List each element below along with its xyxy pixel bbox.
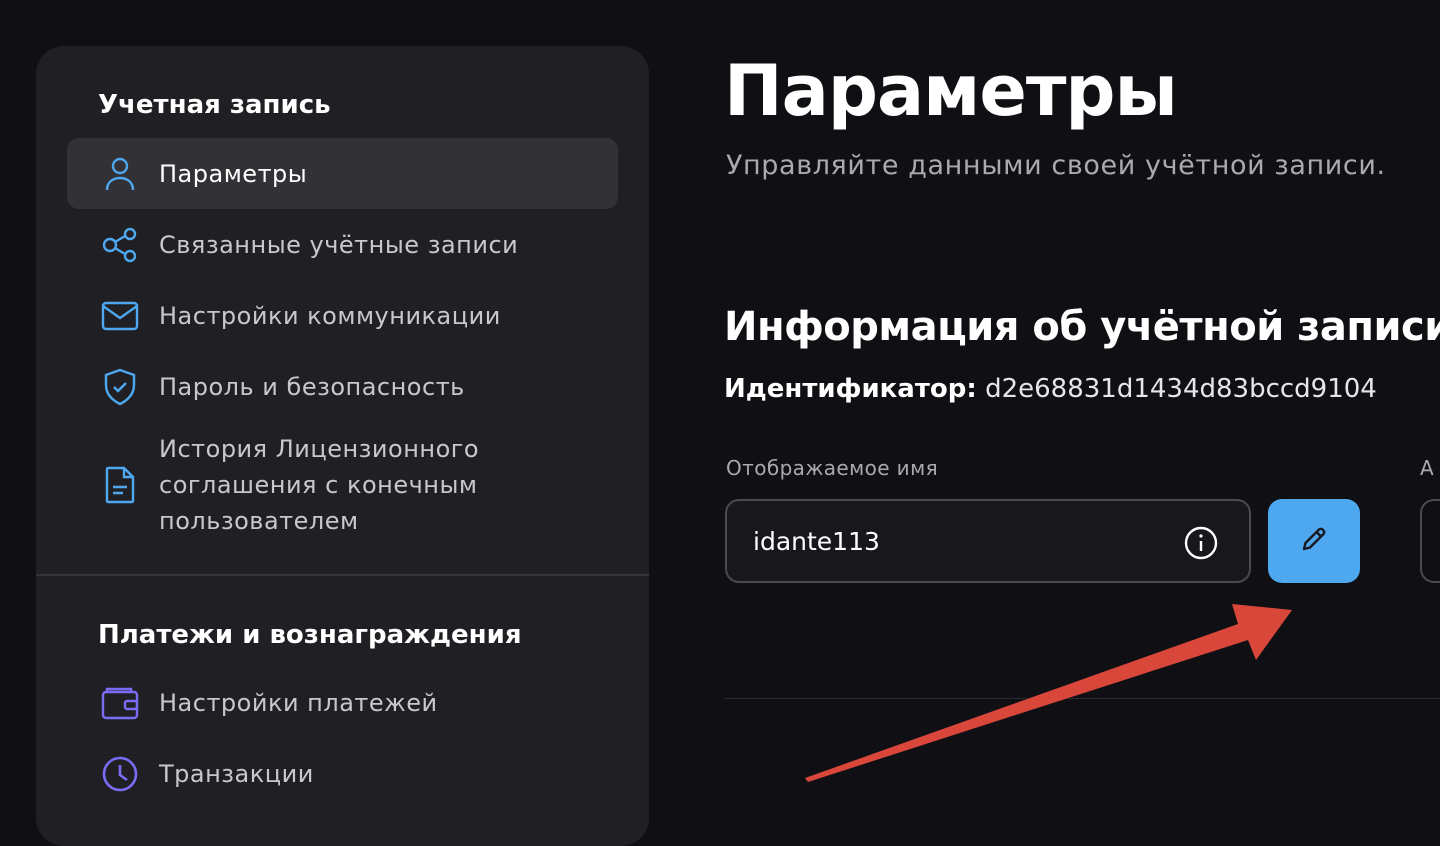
sidebar-item-eula-history[interactable]: История Лицензионного соглашения с конеч… [67, 430, 618, 540]
main-divider [724, 698, 1440, 699]
sidebar-item-communication[interactable]: Настройки коммуникации [67, 280, 618, 351]
display-name-label: Отображаемое имя [726, 456, 938, 480]
mail-icon [101, 297, 139, 335]
sidebar-divider [36, 574, 649, 576]
section-title-account: Учетная запись [98, 90, 331, 120]
account-id: Идентификатор: d2e68831d1434d83bccd9104 [724, 374, 1377, 404]
sidebar-item-linked-accounts[interactable]: Связанные учётные записи [67, 209, 618, 280]
wallet-icon [101, 684, 139, 722]
page-title: Параметры [724, 50, 1178, 132]
sidebar-item-payment-settings[interactable]: Настройки платежей [67, 667, 618, 738]
shield-check-icon [101, 368, 139, 406]
sidebar-item-label: Связанные учётные записи [159, 230, 519, 259]
display-name-value: idante113 [753, 527, 880, 556]
display-name-field[interactable]: idante113 [725, 499, 1251, 583]
second-field[interactable] [1420, 499, 1440, 583]
second-field-label: А [1420, 456, 1434, 480]
pencil-icon [1298, 523, 1330, 559]
sidebar-item-label: Пароль и безопасность [159, 372, 465, 401]
sidebar-item-label: Параметры [159, 159, 308, 188]
sidebar: Учетная запись Параметры Связанные учётн… [36, 46, 649, 846]
account-id-label: Идентификатор: [724, 374, 977, 404]
account-id-value: d2e68831d1434d83bccd9104 [985, 374, 1377, 404]
clock-icon [101, 755, 139, 793]
sidebar-item-label: Транзакции [159, 759, 314, 788]
account-info-heading: Информация об учётной записи [724, 304, 1440, 350]
sidebar-item-parameters[interactable]: Параметры [67, 138, 618, 209]
sidebar-item-label: Настройки платежей [159, 688, 438, 717]
page-subtitle: Управляйте данными своей учётной записи. [726, 150, 1386, 181]
document-icon [101, 466, 139, 504]
sidebar-item-transactions[interactable]: Транзакции [67, 738, 618, 809]
sidebar-item-password-security[interactable]: Пароль и безопасность [67, 351, 618, 422]
edit-display-name-button[interactable] [1268, 499, 1360, 583]
section-title-payments: Платежи и вознаграждения [98, 620, 522, 650]
info-icon[interactable] [1183, 525, 1219, 565]
sidebar-item-label: Настройки коммуникации [159, 301, 501, 330]
share-nodes-icon [101, 226, 139, 264]
user-icon [101, 155, 139, 193]
sidebar-item-label: История Лицензионного соглашения с конеч… [159, 435, 480, 535]
